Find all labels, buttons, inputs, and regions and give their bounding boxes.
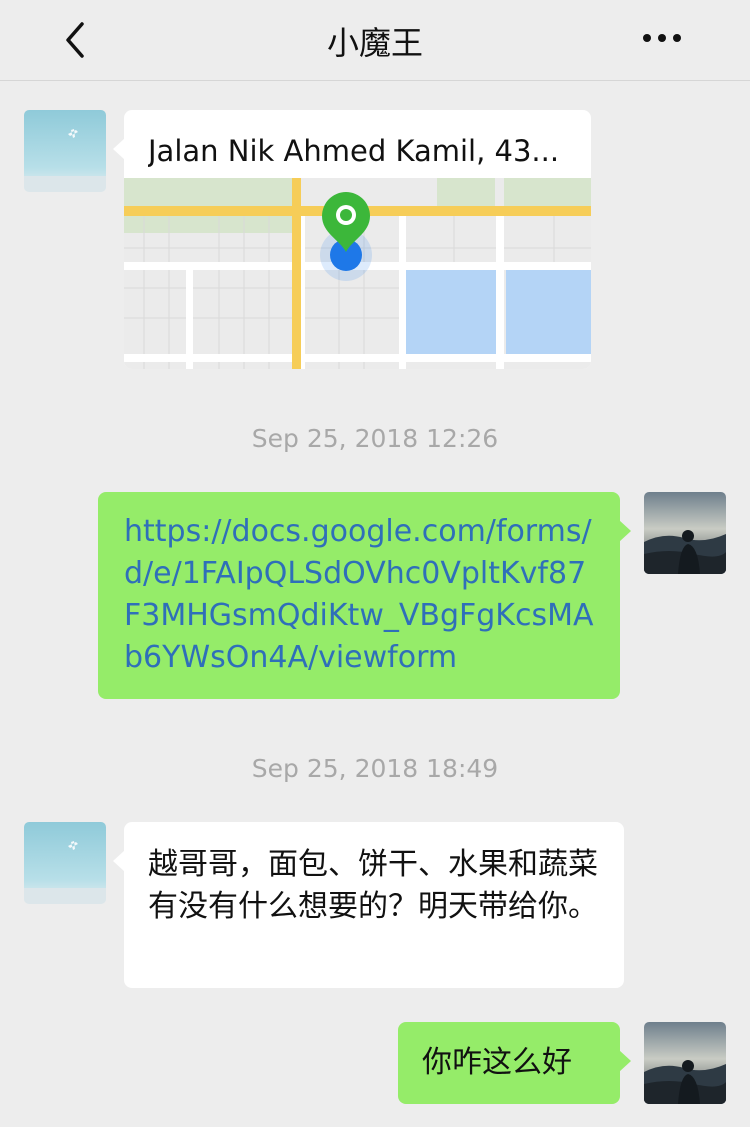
message-text: 越哥哥，面包、饼干、水果和蔬菜有没有什么想要的？明天带给你。: [148, 847, 598, 924]
location-message[interactable]: Jalan Nik Ahmed Kamil, 43...: [113, 110, 591, 369]
more-dots-icon[interactable]: [640, 24, 684, 52]
contact-avatar[interactable]: [24, 822, 106, 904]
my-avatar[interactable]: [644, 1022, 726, 1104]
timestamp: Sep 25, 2018 12:26: [251, 424, 499, 453]
link-message[interactable]: https://docs.google.com/forms/d/e/1FAIpQ…: [98, 492, 631, 699]
message-text: 你咋这么好: [422, 1045, 572, 1080]
location-map[interactable]: [124, 178, 591, 369]
message-link[interactable]: https://docs.google.com/forms/d/e/1FAIpQ…: [124, 511, 596, 679]
timestamp: Sep 25, 2018 18:49: [251, 754, 499, 783]
text-message[interactable]: 你咋这么好: [398, 1022, 631, 1104]
contact-avatar[interactable]: [24, 110, 106, 192]
location-title: Jalan Nik Ahmed Kamil, 43...: [148, 134, 560, 168]
my-avatar[interactable]: [644, 492, 726, 574]
text-message[interactable]: 越哥哥，面包、饼干、水果和蔬菜有没有什么想要的？明天带给你。: [113, 822, 624, 988]
chat-title: 小魔王: [326, 24, 423, 62]
nav-bar: 小魔王: [0, 0, 750, 81]
